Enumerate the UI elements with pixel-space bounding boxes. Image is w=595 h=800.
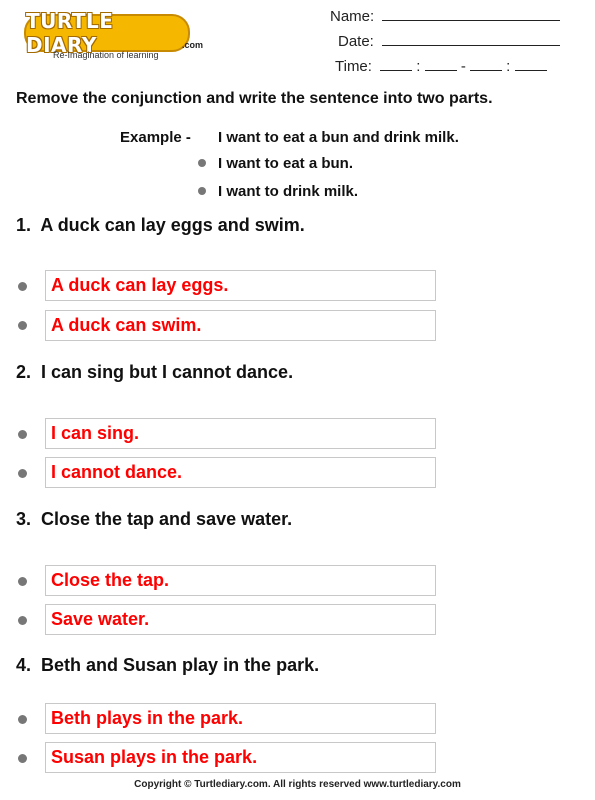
time-label: Time:	[335, 58, 372, 75]
bullet-icon	[198, 159, 206, 167]
time-start-hour[interactable]	[380, 58, 413, 71]
logo-tagline: Re-Imagination of learning	[53, 50, 159, 60]
question-number: 3.	[16, 509, 32, 529]
bullet-icon	[18, 430, 27, 439]
question-number: 2.	[16, 362, 32, 382]
answer-box[interactable]: Susan plays in the park.	[45, 742, 436, 773]
bullet-icon	[18, 469, 27, 478]
answer-text: Beth plays in the park.	[51, 708, 244, 728]
question-text: I can sing but I cannot dance.	[41, 362, 294, 382]
logo-suffix: .com	[182, 40, 204, 50]
question-2: 2. I can sing but I cannot dance.	[16, 362, 293, 383]
answer-box[interactable]: I cannot dance.	[45, 457, 436, 488]
question-number: 4.	[16, 655, 32, 675]
time-separator: -	[460, 58, 466, 75]
bullet-icon	[18, 321, 27, 330]
answer-text: I cannot dance.	[51, 462, 183, 482]
answer-box[interactable]: Beth plays in the park.	[45, 703, 436, 734]
date-line[interactable]	[382, 33, 561, 46]
example-part: I want to drink milk.	[218, 183, 359, 200]
bullet-icon	[18, 577, 27, 586]
question-4: 4. Beth and Susan play in the park.	[16, 655, 319, 676]
example-label: Example -	[120, 129, 191, 146]
answer-box[interactable]: A duck can swim.	[45, 310, 436, 341]
answer-box[interactable]: Save water.	[45, 604, 436, 635]
answer-text: I can sing.	[51, 423, 140, 443]
question-3: 3. Close the tap and save water.	[16, 509, 292, 530]
date-label: Date:	[338, 33, 374, 50]
answer-box[interactable]: Close the tap.	[45, 565, 436, 596]
answer-text: Susan plays in the park.	[51, 747, 258, 767]
name-field[interactable]: Name:	[330, 8, 561, 25]
turtle-diary-logo: TURTLE DIARY .com Re-Imagination of lear…	[22, 9, 204, 62]
question-1: 1. A duck can lay eggs and swim.	[16, 215, 305, 236]
question-text: A duck can lay eggs and swim.	[40, 215, 305, 235]
answer-text: Close the tap.	[51, 570, 170, 590]
time-end-minute[interactable]	[514, 58, 547, 71]
time-start-minute[interactable]	[424, 58, 457, 71]
time-end-hour[interactable]	[469, 58, 502, 71]
answer-text: A duck can lay eggs.	[51, 275, 229, 295]
answer-box[interactable]: A duck can lay eggs.	[45, 270, 436, 301]
name-label: Name:	[330, 8, 375, 25]
time-separator: :	[506, 58, 511, 75]
example-part: I want to eat a bun.	[218, 155, 354, 172]
answer-text: Save water.	[51, 609, 150, 629]
instructions: Remove the conjunction and write the sen…	[16, 90, 493, 107]
logo-badge: TURTLE DIARY	[24, 9, 190, 57]
copyright-footer: Copyright © Turtlediary.com. All rights …	[134, 779, 461, 790]
time-field[interactable]: Time: : - :	[335, 58, 547, 75]
question-text: Beth and Susan play in the park.	[41, 655, 320, 675]
bullet-icon	[18, 715, 27, 724]
bullet-icon	[198, 187, 206, 195]
bullet-icon	[18, 754, 27, 763]
date-field[interactable]: Date:	[338, 33, 561, 50]
answer-text: A duck can swim.	[51, 315, 202, 335]
name-line[interactable]	[382, 8, 561, 21]
question-number: 1.	[16, 215, 32, 235]
bullet-icon	[18, 616, 27, 625]
time-separator: :	[416, 58, 421, 75]
question-text: Close the tap and save water.	[41, 509, 293, 529]
bullet-icon	[18, 282, 27, 291]
example-sentence: I want to eat a bun and drink milk.	[218, 129, 459, 146]
answer-box[interactable]: I can sing.	[45, 418, 436, 449]
